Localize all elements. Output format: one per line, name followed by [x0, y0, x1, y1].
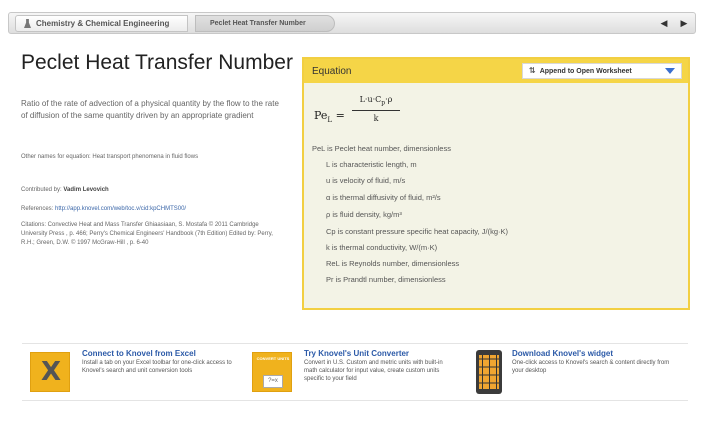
- other-names: Other names for equation: Heat transport…: [21, 154, 199, 160]
- page-title: Peclet Heat Transfer Number: [21, 51, 293, 74]
- equation-header-title: Equation: [312, 66, 352, 77]
- variable-definition: k is thermal conductivity, W/(m·K): [326, 243, 438, 252]
- variable-definition: ρ is fluid density, kg/m³: [326, 210, 402, 219]
- contributed-label: Contributed by:: [21, 187, 62, 193]
- promo-title[interactable]: Connect to Knovel from Excel: [82, 349, 196, 358]
- page-description: Ratio of the rate of advection of a phys…: [21, 99, 279, 120]
- variable-definition: u is velocity of fluid, m/s: [326, 176, 406, 185]
- append-to-worksheet-button[interactable]: ⇅ Append to Open Worksheet: [522, 63, 682, 79]
- formula-numerator: L·u·Cp·ρ: [359, 95, 393, 107]
- formula-denominator: k: [373, 113, 379, 123]
- promo-title[interactable]: Try Knovel's Unit Converter: [304, 349, 409, 358]
- breadcrumb-item-chemistry[interactable]: Chemistry & Chemical Engineering: [15, 15, 189, 32]
- equation-header: Equation ⇅ Append to Open Worksheet: [304, 59, 688, 83]
- promo-text: One-click access to Knovel's search & co…: [512, 360, 670, 374]
- equation-panel: Equation ⇅ Append to Open Worksheet PeL =…: [302, 57, 690, 310]
- variable-definition: PeL is Peclet heat number, dimensionless: [312, 144, 451, 153]
- promo-title[interactable]: Download Knovel's widget: [512, 349, 613, 358]
- append-label: Append to Open Worksheet: [539, 68, 632, 75]
- contributor-name: Vadim Levovich: [63, 187, 109, 193]
- variable-definition: L is characteristic length, m: [326, 160, 417, 169]
- contributed-by: Contributed by: Vadim Levovich: [21, 186, 281, 195]
- promo-widget[interactable]: Download Knovel's widget One-click acces…: [466, 344, 688, 402]
- formula-lhs: PeL =: [314, 109, 345, 125]
- variable-definition: ReL is Reynolds number, dimensionless: [326, 259, 460, 268]
- unit-converter-icon: CONVERT UNITS ?=x: [252, 352, 292, 392]
- breadcrumb-label: Chemistry & Chemical Engineering: [36, 19, 170, 28]
- sort-icon: ⇅: [529, 66, 536, 75]
- variable-definition: α is thermal diffusivity of fluid, m²/s: [326, 193, 441, 202]
- references-link[interactable]: http://app.knovel.com/web/toc.v/cid:kpCH…: [55, 206, 186, 212]
- excel-icon: X: [30, 352, 70, 392]
- breadcrumb: Chemistry & Chemical Engineering Peclet …: [8, 12, 696, 34]
- promo-text: Convert in U.S. Custom and metric units …: [304, 360, 443, 382]
- next-arrow-icon[interactable]: ▶: [677, 16, 691, 31]
- prev-arrow-icon[interactable]: ◀: [657, 16, 671, 31]
- promo-excel[interactable]: X Connect to Knovel from Excel Install a…: [22, 344, 244, 402]
- promo-text: Install a tab on your Excel toolbar for …: [82, 360, 232, 374]
- references: References: http://app.knovel.com/web/to…: [21, 205, 281, 214]
- widget-icon: [476, 350, 502, 394]
- chevron-down-icon[interactable]: [665, 68, 675, 74]
- variable-definition: Cp is constant pressure specific heat ca…: [326, 227, 509, 236]
- formula-fraction: L·u·Cp·ρ k: [352, 95, 400, 123]
- fraction-bar: [352, 109, 400, 111]
- references-label: References:: [21, 206, 54, 212]
- promo-strip: X Connect to Knovel from Excel Install a…: [22, 343, 688, 401]
- variable-definition: Pr is Prandtl number, dimensionless: [326, 275, 446, 284]
- unit-converter-icon-text: CONVERT UNITS: [256, 356, 290, 361]
- citations: Citations: Convective Heat and Mass Tran…: [21, 222, 273, 246]
- promo-unit-converter[interactable]: CONVERT UNITS ?=x Try Knovel's Unit Conv…: [244, 344, 466, 402]
- breadcrumb-item-current[interactable]: Peclet Heat Transfer Number: [195, 15, 335, 32]
- flask-icon: [24, 19, 31, 28]
